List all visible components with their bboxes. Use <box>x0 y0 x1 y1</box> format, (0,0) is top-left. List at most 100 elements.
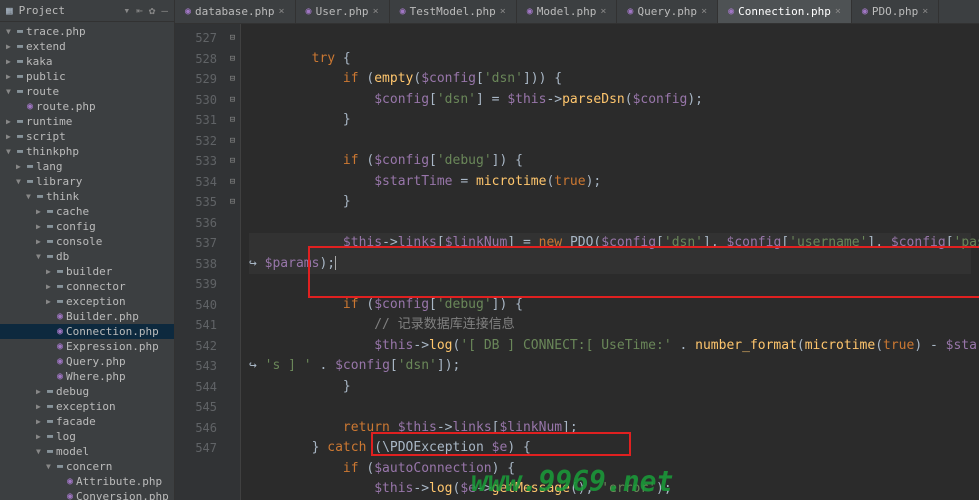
tree-item[interactable]: ◉Conversion.php <box>0 489 174 500</box>
tree-arrow-icon[interactable]: ▼ <box>6 147 14 156</box>
tab-model[interactable]: ◉Model.php× <box>517 0 618 23</box>
fold-marker[interactable]: ⊟ <box>225 172 240 193</box>
close-icon[interactable]: × <box>373 6 379 17</box>
tree-arrow-icon[interactable]: ▼ <box>6 27 14 36</box>
fold-marker[interactable]: ⊟ <box>225 192 240 213</box>
tree-arrow-icon[interactable]: ▶ <box>36 237 44 246</box>
sidebar-collapse-icon[interactable]: ⇤ <box>136 4 143 17</box>
tree-item[interactable]: ▼▬route <box>0 84 174 99</box>
code-line[interactable]: if (empty($config['dsn'])) { <box>249 69 971 90</box>
tree-item[interactable]: ◉route.php <box>0 99 174 114</box>
close-icon[interactable]: × <box>701 6 707 17</box>
fold-marker[interactable]: ⊟ <box>225 110 240 131</box>
tab-connection[interactable]: ◉Connection.php× <box>718 0 852 23</box>
tree-arrow-icon[interactable]: ▶ <box>6 72 14 81</box>
sidebar-dropdown-icon[interactable]: ▾ <box>124 4 131 17</box>
tab-testmodel[interactable]: ◉TestModel.php× <box>390 0 517 23</box>
close-icon[interactable]: × <box>922 6 928 17</box>
close-icon[interactable]: × <box>279 6 285 17</box>
tree-item[interactable]: ▶▬debug <box>0 384 174 399</box>
sidebar-hide-icon[interactable]: — <box>161 4 168 17</box>
tree-item[interactable]: ▼▬think <box>0 189 174 204</box>
tree-item[interactable]: ◉Attribute.php <box>0 474 174 489</box>
code-line[interactable]: $startTime = microtime(true); <box>249 172 971 193</box>
code-line[interactable]: $config['dsn'] = $this->parseDsn($config… <box>249 90 971 111</box>
tree-item[interactable]: ▶▬script <box>0 129 174 144</box>
tree-item[interactable]: ▶▬public <box>0 69 174 84</box>
tree-item[interactable]: ▶▬connector <box>0 279 174 294</box>
tree-arrow-icon[interactable]: ▶ <box>36 402 44 411</box>
fold-marker[interactable]: ⊟ <box>225 151 240 172</box>
tab-database[interactable]: ◉database.php× <box>175 0 296 23</box>
code-line[interactable]: ↪ $params); <box>249 254 971 275</box>
tree-item[interactable]: ▶▬log <box>0 429 174 444</box>
tree-item[interactable]: ▼▬library <box>0 174 174 189</box>
fold-marker[interactable]: ⊟ <box>225 28 240 49</box>
tree-item[interactable]: ◉Expression.php <box>0 339 174 354</box>
code-line[interactable]: return $this->links[$linkNum]; <box>249 418 971 439</box>
tree-arrow-icon[interactable]: ▶ <box>46 297 54 306</box>
code-line[interactable] <box>249 213 971 234</box>
tree-item[interactable]: ◉Builder.php <box>0 309 174 324</box>
tree-item[interactable]: ▼▬db <box>0 249 174 264</box>
tree-item[interactable]: ◉Where.php <box>0 369 174 384</box>
fold-marker[interactable]: ⊟ <box>225 69 240 90</box>
fold-marker[interactable]: ⊟ <box>225 49 240 70</box>
project-tree[interactable]: ▼▬trace.php▶▬extend▶▬kaka▶▬public▼▬route… <box>0 22 174 500</box>
code-line[interactable] <box>249 131 971 152</box>
close-icon[interactable]: × <box>500 6 506 17</box>
tree-item[interactable]: ▼▬concern <box>0 459 174 474</box>
code-line[interactable]: } catch (\PDOException $e) { <box>249 438 971 459</box>
tree-arrow-icon[interactable]: ▼ <box>36 252 44 261</box>
tree-item[interactable]: ◉Query.php <box>0 354 174 369</box>
tree-arrow-icon[interactable]: ▼ <box>6 87 14 96</box>
code-line[interactable]: if ($config['debug']) { <box>249 295 971 316</box>
code-line[interactable]: if ($config['debug']) { <box>249 151 971 172</box>
tree-arrow-icon[interactable]: ▶ <box>6 42 14 51</box>
tree-item[interactable]: ▶▬runtime <box>0 114 174 129</box>
code-line[interactable]: } <box>249 192 971 213</box>
tree-item[interactable]: ▶▬exception <box>0 399 174 414</box>
close-icon[interactable]: × <box>600 6 606 17</box>
tree-arrow-icon[interactable]: ▶ <box>36 207 44 216</box>
code-line[interactable]: $this->log($e->getMessage(), 'error'); <box>249 479 971 500</box>
tab-user[interactable]: ◉User.php× <box>296 0 390 23</box>
tree-arrow-icon[interactable]: ▼ <box>46 462 54 471</box>
tree-item[interactable]: ▶▬facade <box>0 414 174 429</box>
close-icon[interactable]: × <box>835 6 841 17</box>
tree-item[interactable]: ▼▬thinkphp <box>0 144 174 159</box>
tree-arrow-icon[interactable]: ▶ <box>46 282 54 291</box>
code-line[interactable]: // 记录数据库连接信息 <box>249 315 971 336</box>
tree-arrow-icon[interactable]: ▼ <box>36 447 44 456</box>
tree-item[interactable]: ▶▬extend <box>0 39 174 54</box>
tree-arrow-icon[interactable]: ▶ <box>36 417 44 426</box>
fold-marker[interactable]: ⊟ <box>225 131 240 152</box>
tree-item[interactable]: ▶▬exception <box>0 294 174 309</box>
code-line[interactable]: ↪ 's ] ' . $config['dsn']); <box>249 356 971 377</box>
code-line[interactable]: $this->links[$linkNum] = new PDO($config… <box>249 233 971 254</box>
tree-item[interactable]: ▶▬builder <box>0 264 174 279</box>
code-line[interactable]: try { <box>249 49 971 70</box>
code-editor[interactable]: 5275285295305315325335345355365375385395… <box>175 24 979 500</box>
tree-item[interactable]: ▶▬kaka <box>0 54 174 69</box>
tree-item[interactable]: ▶▬console <box>0 234 174 249</box>
tree-arrow-icon[interactable]: ▼ <box>16 177 24 186</box>
code-line[interactable]: } <box>249 110 971 131</box>
code-line[interactable]: } <box>249 377 971 398</box>
code-line[interactable] <box>249 28 971 49</box>
tree-item[interactable]: ▶▬config <box>0 219 174 234</box>
fold-gutter[interactable]: ⊟⊟⊟⊟⊟⊟⊟⊟⊟ <box>225 24 241 500</box>
tab-pdo[interactable]: ◉PDO.php× <box>852 0 939 23</box>
tree-arrow-icon[interactable]: ▶ <box>6 117 14 126</box>
code-line[interactable] <box>249 397 971 418</box>
tab-query[interactable]: ◉Query.php× <box>617 0 718 23</box>
tree-arrow-icon[interactable]: ▶ <box>36 222 44 231</box>
tree-arrow-icon[interactable]: ▶ <box>16 162 24 171</box>
tree-arrow-icon[interactable]: ▶ <box>36 432 44 441</box>
code-line[interactable]: if ($autoConnection) { <box>249 459 971 480</box>
tree-arrow-icon[interactable]: ▶ <box>46 267 54 276</box>
fold-marker[interactable]: ⊟ <box>225 90 240 111</box>
code-area[interactable]: try { if (empty($config['dsn'])) { $conf… <box>241 24 979 500</box>
tree-arrow-icon[interactable]: ▼ <box>26 192 34 201</box>
tree-arrow-icon[interactable]: ▶ <box>6 132 14 141</box>
